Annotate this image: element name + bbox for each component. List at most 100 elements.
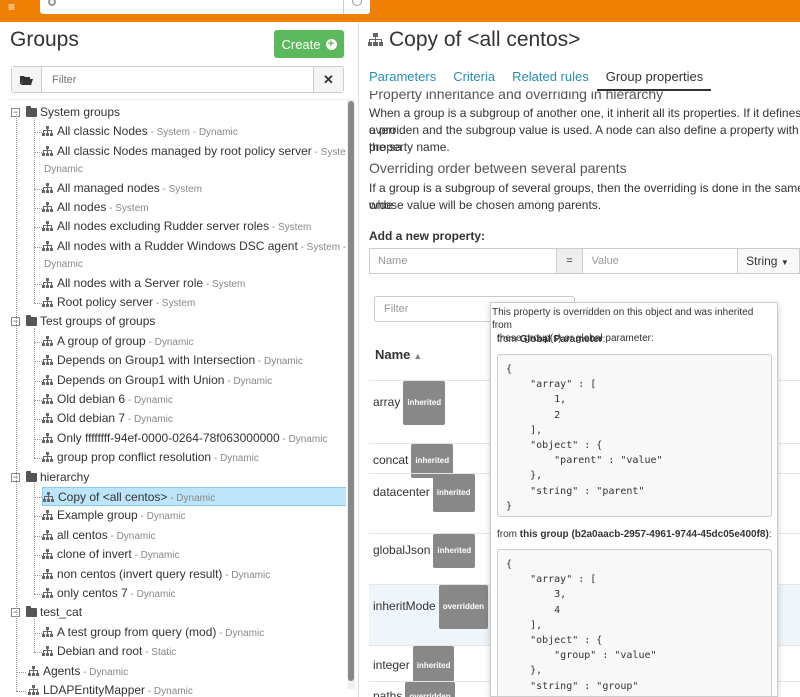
tree-item-label: Debian and root (57, 644, 143, 659)
tree-item-meta: - Dynamic (224, 375, 273, 387)
from-suffix: : (602, 334, 606, 345)
tree-group-item[interactable]: All classic Nodes - System - Dynamic (42, 122, 238, 141)
tree-group-item[interactable]: All managed nodes - System (42, 179, 202, 198)
from-prefix: from (497, 529, 520, 540)
inherited-badge: inherited (433, 534, 476, 568)
tree-group-item[interactable]: non centos (invert query result) - Dynam… (42, 565, 270, 584)
tab-group-properties[interactable]: Group properties (596, 69, 712, 91)
tree-item-meta: - Dynamic (222, 569, 271, 581)
tree-item-label: All nodes excluding Rudder server roles (57, 219, 270, 234)
folder-icon (26, 315, 37, 327)
tree-item-label: Only ffffffff-94ef-0000-0264-78f06300000… (57, 430, 280, 445)
sort-asc-icon: ▲ (413, 351, 423, 361)
group-icon (42, 510, 53, 521)
plus-circle-icon: + (325, 38, 337, 50)
tree-group-item[interactable]: All nodes with a Server role - System (42, 274, 245, 293)
tree-item-meta: - Dynamic (145, 686, 193, 697)
tree-scrollbar-thumb[interactable] (348, 101, 354, 681)
tree-category-0[interactable]: System groups (26, 103, 120, 122)
group-icon (42, 529, 53, 540)
tree-item-label: clone of invert (57, 547, 132, 562)
name-column-header[interactable]: Name ▲ (369, 330, 489, 380)
group-icon (368, 33, 383, 46)
tree-group-item[interactable]: Only ffffffff-94ef-0000-0264-78f06300000… (42, 429, 327, 448)
tree-item-label: Copy of <all centos> (58, 490, 168, 504)
tree-item-label: all centos (57, 527, 108, 542)
property-type-select[interactable]: String ▼ (738, 248, 800, 274)
tree-group-item[interactable]: Old debian 7 - Dynamic (42, 409, 173, 428)
group-tree: − System groups All classic Nodes - System… (8, 99, 346, 697)
tree-group-item[interactable]: Debian and root - Static (42, 642, 176, 661)
tree-category-2[interactable]: hierarchy (26, 468, 89, 487)
inherited-badge: inherited (403, 381, 446, 425)
folder-open-icon (20, 75, 33, 85)
global-search-input[interactable] (40, 0, 370, 14)
tree-item-label: hierarchy (40, 469, 90, 484)
tree-group-item[interactable]: All classic Nodes managed by root policy… (42, 142, 346, 161)
tree-group-item[interactable]: Depends on Group1 with Union - Dynamic (42, 371, 272, 390)
tree-item-meta: - Static (142, 647, 177, 659)
tree-group-item[interactable]: all centos - Dynamic (42, 526, 156, 545)
hamburger-menu-icon[interactable]: ≡ (8, 1, 20, 13)
tree-item-meta: - Dynamic (125, 395, 173, 406)
inheritance-text-line-3: property name. (369, 140, 450, 154)
group-value-json: { "array" : [ 3, 4 ], "object" : { "grou… (497, 549, 772, 696)
tree-filter-input[interactable] (42, 67, 313, 92)
tree-group-item[interactable]: Root policy server - System (42, 293, 195, 312)
groups-panel: Groups Create + ✕ −System groupsAll clas… (0, 22, 359, 697)
tree-scrollbar[interactable] (347, 99, 355, 689)
tree-item-label: Depends on Group1 with Union (57, 372, 225, 387)
group-icon (43, 492, 54, 502)
property-type-value: String (746, 254, 778, 268)
tree-group-item[interactable]: Depends on Group1 with Intersection - Dy… (42, 351, 303, 370)
tab-related-rules[interactable]: Related rules (503, 69, 597, 91)
folder-open-button[interactable] (12, 67, 42, 92)
clear-filter-button[interactable]: ✕ (313, 67, 343, 92)
tab-criteria[interactable]: Criteria (444, 69, 503, 91)
tree-group-item[interactable]: Copy of <all centos> - Dynamic (42, 487, 346, 506)
add-property-label: Add a new property: (369, 229, 486, 243)
tree-item-meta: - System - (297, 241, 346, 253)
tree-root-group-item[interactable]: LDAPEntityMapper - Dynamic (28, 681, 193, 697)
tree-item-meta: - Dynamic (131, 550, 180, 562)
property-name: datacenter (373, 485, 430, 499)
tree-item-label: test_cat (40, 605, 83, 620)
tab-parameters[interactable]: Parameters (360, 69, 444, 91)
from-source-name: Global Parameter (519, 334, 603, 345)
create-group-button[interactable]: Create + (274, 30, 344, 58)
tree-connector (34, 483, 35, 594)
tree-item-meta: - Dynamic (107, 530, 156, 542)
tree-root-group-item[interactable]: Agents - Dynamic (28, 662, 128, 681)
tree-connector (34, 327, 35, 459)
tree-group-item[interactable]: Old debian 6 - Dynamic (42, 390, 173, 409)
tree-item-meta: - Dynamic (216, 627, 265, 639)
tree-group-item[interactable]: group prop conflict resolution - Dynamic (42, 448, 259, 467)
tree-group-item[interactable]: All nodes excluding Rudder server roles … (42, 217, 311, 236)
equals-sign: = (556, 248, 584, 274)
property-name: concat (373, 453, 409, 467)
tree-group-item[interactable]: All nodes with a Rudder Windows DSC agen… (42, 237, 346, 256)
group-icon (42, 646, 53, 657)
property-value-input[interactable]: Value (583, 248, 739, 274)
tree-item-meta: - Dynamic (255, 356, 303, 368)
add-property-form: Name = Value String ▼ (369, 248, 800, 274)
property-name-input[interactable]: Name (369, 248, 557, 274)
overridden-badge: overridden (438, 585, 489, 629)
property-name: integer (373, 658, 410, 672)
group-icon (42, 626, 53, 637)
tree-group-item[interactable]: only centos 7 - Dynamic (42, 584, 176, 603)
tree-group-item[interactable]: clone of invert - Dynamic (42, 545, 180, 564)
tree-item-meta: - Dynamic (80, 666, 129, 678)
search-clear-icon[interactable] (352, 0, 362, 6)
tree-item-meta: - System (203, 278, 246, 290)
overridden-badge: overridden (405, 682, 455, 697)
property-name: array (373, 395, 401, 409)
tooltip-from-global: from Global Parameter: (497, 334, 605, 345)
tree-group-item[interactable]: A test group from query (mod) - Dynamic (42, 623, 264, 642)
tree-item-meta: - System (159, 183, 202, 195)
tree-item-label: non centos (invert query result) (57, 566, 223, 581)
tree-group-item[interactable]: Example group - Dynamic (42, 506, 186, 525)
tree-group-item[interactable]: All nodes - System (42, 198, 149, 217)
tree-category-1[interactable]: Test groups of groups (26, 312, 155, 331)
tree-group-item[interactable]: A group of group - Dynamic (42, 332, 194, 351)
